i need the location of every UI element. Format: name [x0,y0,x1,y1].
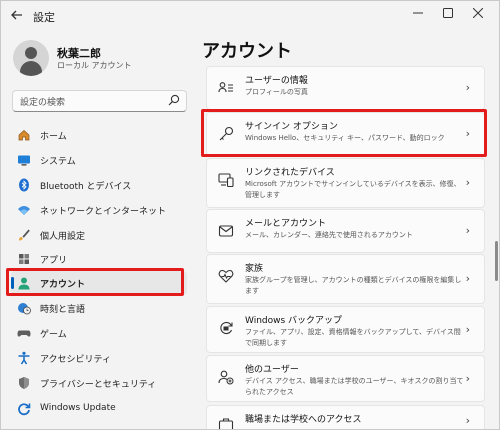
clock-globe-icon [18,303,31,315]
card-description: 家族グループを管理し、アカウントの種類とデバイスの権限を編集します [245,276,462,295]
sidebar-item-label: アクセシビリティ [40,355,112,365]
sidebar-item-privacy[interactable]: プライバシーとセキュリティ [11,371,187,395]
account-type: ローカル アカウント [57,61,132,70]
sidebar-item-label: システム [40,157,76,167]
sidebar-item-label: Windows Update [40,403,116,413]
card-title: 他のユーザー [245,365,299,375]
chevron-right-icon: › [465,176,470,189]
card-description: プロフィールの写真 [245,88,308,96]
search-icon [168,94,180,106]
card-linked-devices[interactable]: リンクされたデバイス Microsoft アカウントでサインインしているデバイス… [206,158,485,208]
search-placeholder: 設定の検索 [20,98,66,108]
wifi-icon [18,206,30,215]
sidebar-item-time-language[interactable]: 時刻と言語 [11,296,187,320]
search-input[interactable]: 設定の検索 [12,90,187,112]
card-title: リンクされたデバイス [245,168,335,178]
sidebar-item-windows-update[interactable]: Windows Update [11,397,187,421]
sidebar-item-gaming[interactable]: ゲーム [11,321,187,345]
chevron-right-icon: › [465,81,470,94]
maximize-button[interactable] [433,1,463,25]
sidebar-item-label: 個人用設定 [40,232,86,242]
shield-icon [19,377,29,389]
sidebar-item-network[interactable]: ネットワークとインターネット [11,198,187,222]
card-description: デバイス アクセス、職場または学校のユーザー、キオスクの割り当てられたアクセス [245,377,464,396]
card-email-accounts[interactable]: メールとアカウント メール、カレンダー、連絡先で使用されるアカウント › [206,209,485,253]
page-title: アカウント [202,41,292,62]
people-add-icon [218,370,234,385]
card-your-info[interactable]: ユーザーの情報 プロフィールの写真 › [206,66,485,110]
sidebar-item-label: 時刻と言語 [40,305,86,315]
card-title: 職場または学校へのアクセス [245,415,362,425]
card-work-school[interactable]: 職場または学校へのアクセス › [206,405,485,429]
sidebar-item-system[interactable]: システム [11,148,187,172]
card-family[interactable]: 家族 家族グループを管理し、アカウントの種類とデバイスの権限を編集します › [206,254,485,304]
card-title: 家族 [245,264,264,274]
card-title: ユーザーの情報 [245,76,308,86]
card-description: ファイル、アプリ、設定、資格情報をバックアップして、デバイス間で同期します [245,328,461,347]
scrollbar-thumb[interactable] [495,241,498,281]
bluetooth-icon [19,178,29,192]
avatar[interactable] [13,40,49,76]
chevron-right-icon: › [465,372,470,385]
backup-icon [220,322,233,334]
sidebar-item-personalization[interactable]: 個人用設定 [11,223,187,247]
update-icon [18,403,31,416]
highlight-frame [201,109,487,157]
card-title: Windows バックアップ [245,316,343,326]
sidebar-item-accessibility[interactable]: アクセシビリティ [11,346,187,370]
devices-icon [218,173,234,188]
sidebar-item-bluetooth[interactable]: Bluetooth とデバイス [11,173,187,197]
title-bar: 設定 [1,1,499,31]
monitor-icon [18,155,30,166]
brush-icon [19,229,30,241]
sidebar-item-label: ホーム [40,132,67,142]
sidebar-item-label: アプリ [40,256,68,266]
maximize-icon [443,8,453,18]
briefcase-icon [218,418,234,429]
controller-icon [17,330,31,337]
chevron-right-icon: › [465,414,470,427]
home-icon [18,130,30,141]
user-name: 秋葉二郎 [57,47,101,60]
close-button[interactable] [463,1,493,25]
sidebar-item-label: ネットワークとインターネット [40,207,167,217]
minimize-icon [413,12,423,14]
sidebar-item-label: プライバシーとセキュリティ [40,380,157,390]
chevron-right-icon: › [465,323,470,336]
apps-icon [19,254,29,264]
card-other-users[interactable]: 他のユーザー デバイス アクセス、職場または学校のユーザー、キオスクの割り当てら… [206,355,485,402]
minimize-button[interactable] [403,1,433,25]
settings-window: 設定 秋葉二郎 ローカル アカウント 設定の検索 ホーム システム Blueto… [0,0,500,430]
card-description: メール、カレンダー、連絡先で使用されるアカウント [245,231,413,239]
card-windows-backup[interactable]: Windows バックアップ ファイル、アプリ、設定、資格情報をバックアップして… [206,306,485,353]
sidebar-item-label: ゲーム [40,330,67,340]
accessibility-icon [18,351,30,365]
person-list-icon [218,82,233,93]
back-button[interactable] [9,8,25,24]
chevron-right-icon: › [465,224,470,237]
highlight-frame [6,268,184,296]
back-arrow-icon [11,10,22,20]
sidebar-item-label: Bluetooth とデバイス [40,182,132,192]
window-title: 設定 [33,11,55,24]
card-title: メールとアカウント [245,219,327,229]
close-icon [473,8,483,18]
chevron-right-icon: › [465,272,470,285]
card-description: Microsoft アカウントでサインインしているデバイスを表示、修復、管理しま… [245,180,461,199]
heart-icon [218,269,234,283]
sidebar-item-home[interactable]: ホーム [11,123,187,147]
mail-icon [218,225,234,237]
